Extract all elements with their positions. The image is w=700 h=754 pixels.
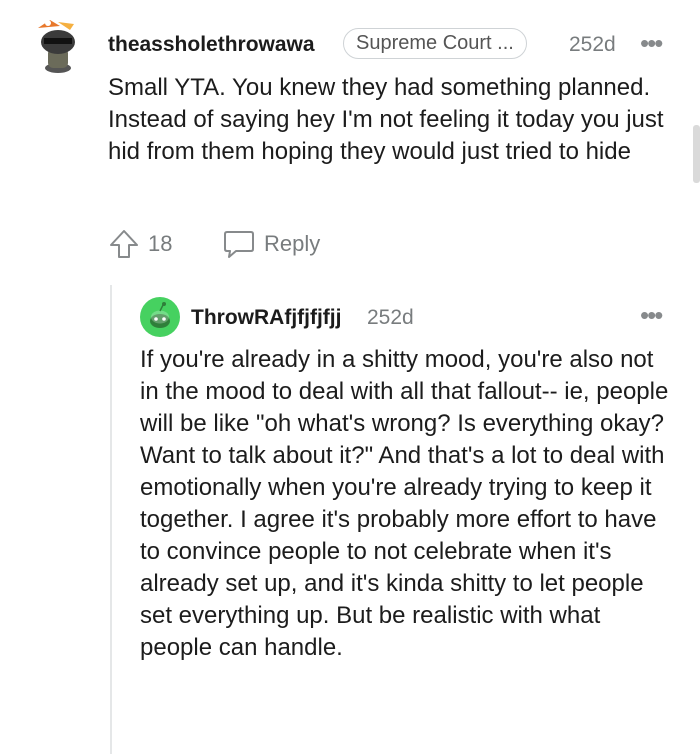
thread-line — [110, 285, 112, 754]
comment-body: Small YTA. You knew they had something p… — [108, 74, 664, 165]
more-options-icon[interactable]: ••• — [640, 30, 663, 56]
reply-more-options-icon[interactable]: ••• — [640, 302, 663, 328]
reply-label: Reply — [264, 231, 321, 256]
scrollbar[interactable] — [693, 125, 700, 183]
reply-timestamp: 252d — [367, 306, 414, 329]
snoo-avatar-icon — [38, 20, 75, 73]
user-flair: Supreme Court ... — [343, 28, 527, 59]
reply-avatar[interactable] — [140, 297, 180, 337]
comment-username[interactable]: theassholethrowawa — [108, 33, 315, 57]
comment-timestamp: 252d — [569, 33, 616, 56]
upvote-count: 18 — [148, 231, 173, 256]
reply-username[interactable]: ThrowRAfjfjfjfjj — [191, 306, 341, 330]
comment-avatar[interactable] — [30, 14, 86, 74]
reply-button[interactable]: Reply — [222, 228, 320, 260]
reply-body: If you're already in a shitty mood, you'… — [140, 346, 669, 661]
upvote-arrow-icon — [110, 230, 138, 258]
default-snoo-icon — [140, 297, 180, 337]
upvote-button[interactable]: 18 — [108, 228, 172, 260]
reply-bubble-icon — [224, 231, 254, 258]
